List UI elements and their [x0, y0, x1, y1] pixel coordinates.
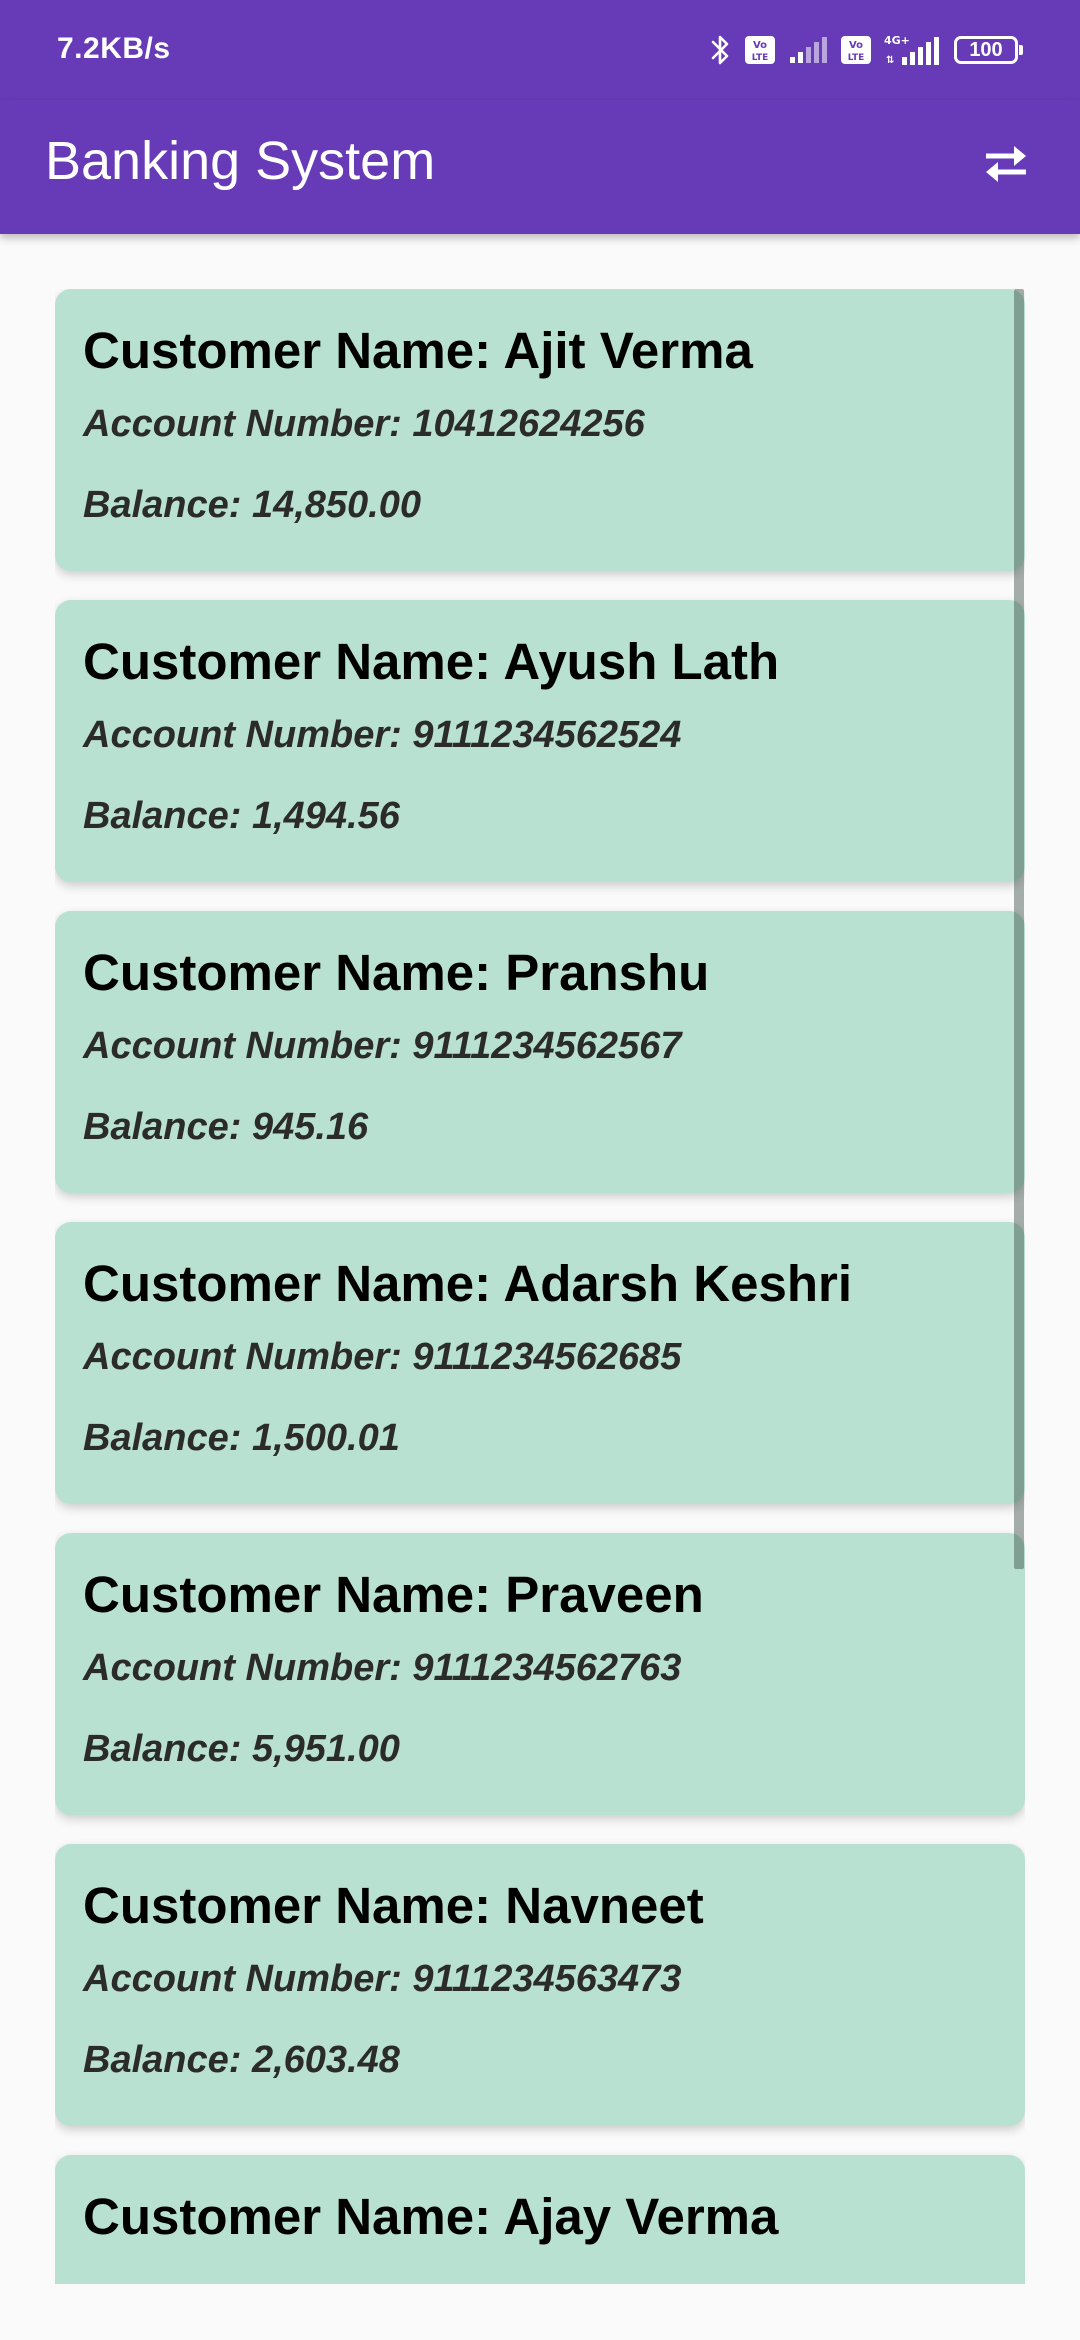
customer-name: Customer Name: Navneet — [83, 1877, 704, 1934]
account-number: Account Number: 9111234562763 — [83, 1647, 682, 1689]
volte-icon: Vo LTE — [744, 35, 776, 65]
battery-icon: 100 — [954, 36, 1023, 64]
customer-card[interactable]: Customer Name: Praveen Account Number: 9… — [55, 1533, 1025, 1815]
status-icons: Vo LTE Vo LTE 4G+ ⇅ 100 — [710, 28, 1023, 72]
page-title: Banking System — [45, 131, 436, 191]
network-speed: 7.2KB/s — [57, 32, 171, 65]
customer-card[interactable]: Customer Name: Ajit Verma Account Number… — [55, 289, 1025, 571]
account-number: Account Number: 10412624256 — [83, 403, 645, 445]
customer-name: Customer Name: Ajit Verma — [83, 322, 753, 379]
balance: Balance: 5,951.00 — [83, 1728, 400, 1770]
status-bar: 7.2KB/s Vo LTE Vo LTE 4G+ ⇅ 100 — [0, 0, 1080, 100]
balance: Balance: 1,494.56 — [83, 795, 400, 837]
customer-name: Customer Name: Ayush Lath — [83, 633, 780, 690]
scrollbar[interactable] — [1014, 289, 1024, 1569]
swap-arrows-icon — [980, 142, 1032, 191]
svg-text:Vo: Vo — [849, 40, 863, 51]
customer-card[interactable]: Customer Name: Adarsh Keshri Account Num… — [55, 1222, 1025, 1504]
bluetooth-icon — [710, 33, 732, 67]
balance: Balance: 2,603.48 — [83, 2039, 400, 2081]
balance: Balance: 1,500.01 — [83, 1417, 400, 1459]
account-number: Account Number: 9111234563473 — [83, 1958, 682, 2000]
customer-name: Customer Name: Ajay Verma — [83, 2188, 779, 2245]
svg-text:⇅: ⇅ — [886, 55, 894, 66]
account-number: Account Number: 9111234562685 — [83, 1336, 682, 1378]
customer-name: Customer Name: Praveen — [83, 1566, 704, 1623]
balance: Balance: 945.16 — [83, 1106, 369, 1148]
customer-name: Customer Name: Adarsh Keshri — [83, 1255, 852, 1312]
customer-list[interactable]: Customer Name: Ajit Verma Account Number… — [55, 289, 1025, 2284]
signal-icon — [788, 35, 828, 65]
svg-text:LTE: LTE — [752, 53, 769, 63]
svg-text:4G+: 4G+ — [884, 34, 910, 47]
volte-icon: Vo LTE — [840, 35, 872, 65]
svg-text:LTE: LTE — [848, 53, 865, 63]
4g-signal-icon: 4G+ ⇅ — [884, 33, 942, 67]
transfer-button[interactable] — [962, 122, 1050, 210]
account-number: Account Number: 9111234562524 — [83, 714, 682, 756]
customer-card[interactable]: Customer Name: Ajay Verma — [55, 2155, 1025, 2284]
customer-name: Customer Name: Pranshu — [83, 944, 710, 1001]
account-number: Account Number: 9111234562567 — [83, 1025, 682, 1067]
customer-card[interactable]: Customer Name: Navneet Account Number: 9… — [55, 1844, 1025, 2126]
app-bar: Banking System — [0, 100, 1080, 234]
svg-text:Vo: Vo — [753, 40, 767, 51]
balance: Balance: 14,850.00 — [83, 484, 422, 526]
customer-card[interactable]: Customer Name: Ayush Lath Account Number… — [55, 600, 1025, 882]
customer-card[interactable]: Customer Name: Pranshu Account Number: 9… — [55, 911, 1025, 1193]
